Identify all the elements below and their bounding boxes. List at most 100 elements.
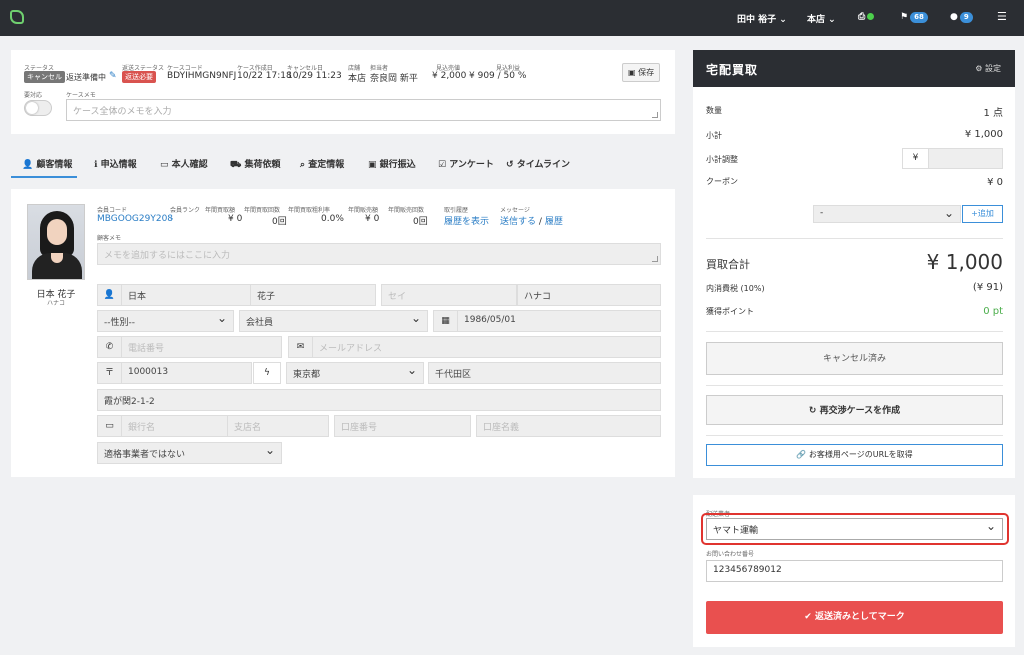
envelope-icon: ✉ xyxy=(288,336,313,358)
calendar-icon: ▦ xyxy=(433,310,458,332)
annual-buy-rate: 0.0% xyxy=(321,214,344,224)
tab-timeline[interactable]: ↺ タイムライン xyxy=(506,157,570,170)
notification-badge: 68 xyxy=(910,12,928,23)
info-icon: ℹ xyxy=(94,160,98,170)
refresh-icon: ↻ xyxy=(808,406,817,416)
message-send-link[interactable]: 送信する xyxy=(500,217,536,227)
active-tab-indicator xyxy=(11,176,77,178)
rank-label: 会員ランク xyxy=(170,207,201,214)
member-code-link[interactable]: MBGOOG29Y208 xyxy=(97,214,173,224)
address-input[interactable]: 霞が関2-1-2 xyxy=(97,389,661,411)
branch-name-input[interactable]: 支店名 xyxy=(227,415,329,437)
top-bar: 田中 裕子 ⌄ 本店 ⌄ ⎙ ⚑ 68 ● 9 ☰ xyxy=(0,0,1024,36)
adjust-label: 小計調整 xyxy=(706,155,738,164)
mark-returned-button[interactable]: ✔ 返送済みとしてマーク xyxy=(706,601,1003,634)
tab-customer-info[interactable]: 👤 顧客情報 xyxy=(22,157,72,170)
invoice-status-select[interactable]: 適格事業者ではない xyxy=(97,442,282,464)
account-number-input[interactable]: 口座番号 xyxy=(334,415,471,437)
subtotal-value: ¥ 1,000 xyxy=(964,129,1003,140)
history-link[interactable]: 履歴を表示 xyxy=(444,214,489,227)
gender-select[interactable]: --性別-- xyxy=(97,310,234,332)
hamburger-menu-icon[interactable]: ☰ xyxy=(997,10,1007,23)
divider xyxy=(706,238,1003,239)
tab-pickup[interactable]: ⛟ 集荷依頼 xyxy=(230,157,280,171)
bank-name-input[interactable]: 銀行名 xyxy=(121,415,228,437)
phone-input[interactable]: 電話番号 xyxy=(121,336,282,358)
save-label: 保存 xyxy=(638,68,655,77)
case-header-panel xyxy=(11,50,675,134)
history-icon: ↺ xyxy=(506,160,514,170)
coupon-label: クーポン xyxy=(706,177,738,186)
messages-button[interactable]: ● 9 xyxy=(950,12,973,23)
message-links: 送信する / 履歴 xyxy=(500,217,563,227)
phone-icon: ✆ xyxy=(97,336,122,358)
add-coupon-button[interactable]: +追加 xyxy=(962,205,1003,223)
carrier-select[interactable]: ヤマト運輸 xyxy=(706,518,1003,540)
plus-icon: + xyxy=(971,209,978,218)
message-history-link[interactable]: 履歴 xyxy=(545,217,563,227)
last-kana-input[interactable]: セイ xyxy=(381,284,517,306)
printer-status[interactable]: ⎙ xyxy=(858,12,875,22)
annual-buy-amount-label: 年間買取額 xyxy=(205,207,236,214)
zip-input[interactable]: 1000013 xyxy=(121,362,252,384)
gear-icon: ⚙ xyxy=(975,64,983,73)
annual-buy-rate-label: 年間買取粗利率 xyxy=(288,207,331,214)
birthday-input[interactable]: 1986/05/01 xyxy=(457,310,661,332)
notifications-button[interactable]: ⚑ 68 xyxy=(900,12,928,23)
save-button[interactable]: ▣ 保存 xyxy=(622,63,661,82)
est-sales-value: ¥ 2,000 xyxy=(432,71,467,81)
subtotal-label: 小計 xyxy=(706,131,722,140)
first-name-input[interactable]: 花子 xyxy=(250,284,376,306)
customer-memo-label: 顧客メモ xyxy=(97,235,122,242)
flag-icon: ⚑ xyxy=(900,12,909,22)
annual-sell-amount: ¥ 0 xyxy=(365,214,380,224)
lookup-address-icon[interactable]: ϟ xyxy=(253,362,281,384)
cancelled-button[interactable]: キャンセル済み xyxy=(706,342,1003,375)
attention-toggle[interactable] xyxy=(24,100,52,116)
renegotiate-button[interactable]: ↻ 再交渉ケースを作成 xyxy=(706,395,1003,425)
city-input[interactable]: 千代田区 xyxy=(428,362,661,384)
status-cancel-tag: キャンセル xyxy=(24,71,65,83)
case-memo-input[interactable]: ケース全体のメモを入力 xyxy=(66,99,661,121)
message-label: メッセージ xyxy=(500,207,530,214)
tab-application[interactable]: ℹ 申込情報 xyxy=(94,157,137,170)
divider xyxy=(706,331,1003,332)
first-kana-input[interactable]: ハナコ xyxy=(517,284,661,306)
email-input[interactable]: メールアドレス xyxy=(312,336,661,358)
link-icon: 🔗 xyxy=(796,450,807,459)
edit-pencil-icon[interactable]: ✎ xyxy=(109,71,117,81)
tracking-number-input[interactable]: 123456789012 xyxy=(706,560,1003,582)
member-code-label: 会員コード xyxy=(97,207,128,214)
customer-memo-input[interactable]: メモを追加するにはここに入力 xyxy=(97,243,661,265)
app-logo-icon[interactable] xyxy=(10,10,24,24)
check-icon: ✔ xyxy=(804,612,812,622)
est-profit-value: ¥ 909 / 50 % xyxy=(469,71,527,81)
settings-button[interactable]: ⚙ 設定 xyxy=(975,63,1001,74)
points-label: 獲得ポイント xyxy=(706,307,754,316)
person-icon: 👤 xyxy=(97,284,122,306)
staff-value: 奈良岡 新平 xyxy=(370,74,418,84)
total-label: 買取合計 xyxy=(706,258,750,271)
rank-value: - xyxy=(170,214,174,224)
attention-label: 要対応 xyxy=(24,92,43,99)
points-value: 0 pt xyxy=(983,306,1003,317)
tab-identity[interactable]: ▭ 本人確認 xyxy=(160,157,208,170)
adjust-input[interactable] xyxy=(928,148,1003,169)
divider xyxy=(706,435,1003,436)
last-name-input[interactable]: 日本 xyxy=(121,284,251,306)
customer-url-button[interactable]: 🔗 お客様用ページのURLを取得 xyxy=(706,444,1003,466)
store-menu[interactable]: 本店 ⌄ xyxy=(807,12,836,25)
coupon-select[interactable]: - xyxy=(813,205,961,223)
occupation-select[interactable]: 会社員 xyxy=(239,310,428,332)
user-menu[interactable]: 田中 裕子 ⌄ xyxy=(737,12,787,25)
annual-sell-count-label: 年間販売回数 xyxy=(388,207,425,214)
tab-appraisal[interactable]: ⌕ 査定情報 xyxy=(300,157,344,170)
cancel-date: 10/29 11:23 xyxy=(287,71,342,81)
prefecture-select[interactable]: 東京都 xyxy=(286,362,424,384)
store-value: 本店 xyxy=(348,74,367,84)
annual-sell-count: 0回 xyxy=(413,217,428,227)
tab-survey[interactable]: ☑ アンケート xyxy=(438,157,494,170)
tab-bank-transfer[interactable]: ▣ 銀行振込 xyxy=(368,157,416,170)
case-code: BDYIHMGN9NFJ xyxy=(167,71,237,81)
account-name-input[interactable]: 口座名義 xyxy=(476,415,661,437)
